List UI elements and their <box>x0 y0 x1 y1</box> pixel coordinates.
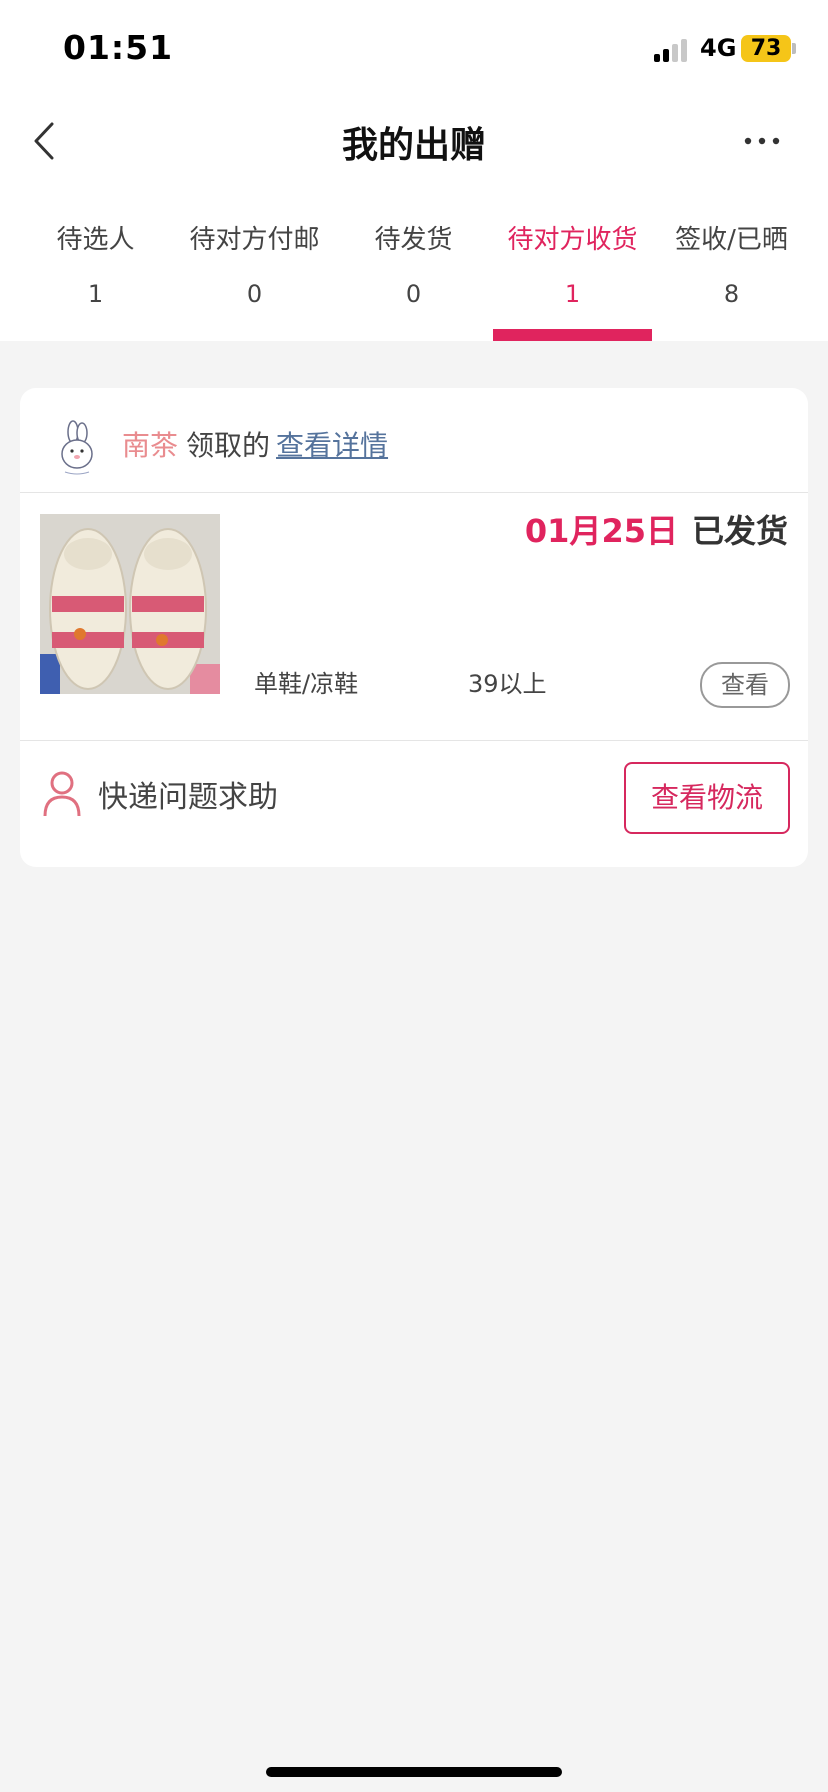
item-size: 39以上 <box>468 670 547 698</box>
recipient-name[interactable]: 南茶 <box>122 429 178 462</box>
battery-icon: 73 <box>741 35 791 62</box>
home-indicator[interactable] <box>266 1767 562 1777</box>
tab-count: 0 <box>405 280 422 308</box>
shipping-info: 01月25日 已发货 <box>525 506 788 552</box>
tab-waiting-select[interactable]: 待选人 1 <box>16 220 175 308</box>
tab-waiting-ship[interactable]: 待发货 0 <box>334 220 493 308</box>
person-icon[interactable] <box>42 770 82 818</box>
view-details-link[interactable]: 查看详情 <box>276 429 388 462</box>
tab-count: 8 <box>723 280 740 308</box>
more-icon[interactable] <box>742 131 782 151</box>
tab-label: 待对方收货 <box>507 225 638 255</box>
battery-cap <box>792 43 796 54</box>
tab-label: 待选人 <box>56 225 135 255</box>
tab-waiting-postage[interactable]: 待对方付邮 0 <box>175 220 334 308</box>
active-tab-indicator <box>493 329 652 341</box>
page-title: 我的出赠 <box>341 125 486 166</box>
network-label: 4G <box>700 34 737 62</box>
view-logistics-button[interactable]: 查看物流 <box>624 762 790 834</box>
tab-signed[interactable]: 签收/已晒 8 <box>652 220 811 308</box>
item-category: 单鞋/凉鞋 <box>254 670 359 698</box>
status-time: 01:51 <box>63 28 174 67</box>
signal-icon <box>654 38 690 62</box>
claim-line: 南茶 领取的 查看详情 <box>122 422 388 470</box>
order-card: 南茶 领取的 查看详情 01月25日 已发货 单鞋/凉鞋 39以上 查看 快递问… <box>20 388 808 867</box>
product-image[interactable] <box>40 514 220 694</box>
ship-date: 01月25日 <box>524 512 678 550</box>
tab-count: 1 <box>87 280 104 308</box>
tab-count: 1 <box>564 280 581 308</box>
divider <box>20 492 808 493</box>
view-button[interactable]: 查看 <box>700 662 790 708</box>
tab-label: 签收/已晒 <box>675 225 788 255</box>
tab-label: 待发货 <box>374 225 453 255</box>
tab-count: 0 <box>246 280 263 308</box>
courier-help[interactable]: 快递问题求助 <box>98 772 278 816</box>
avatar[interactable] <box>47 418 107 478</box>
tab-label: 待对方付邮 <box>189 225 320 255</box>
header-area: 01:51 4G 73 我的出赠 待选人 1 待对方付邮 0 待发货 0 待对方… <box>0 0 828 341</box>
divider <box>20 740 808 741</box>
ship-status: 已发货 <box>691 512 788 550</box>
tab-waiting-receive[interactable]: 待对方收货 1 <box>493 220 652 308</box>
claimed-text: 领取的 <box>186 429 271 462</box>
tab-bar: 待选人 1 待对方付邮 0 待发货 0 待对方收货 1 签收/已晒 8 <box>0 220 828 341</box>
